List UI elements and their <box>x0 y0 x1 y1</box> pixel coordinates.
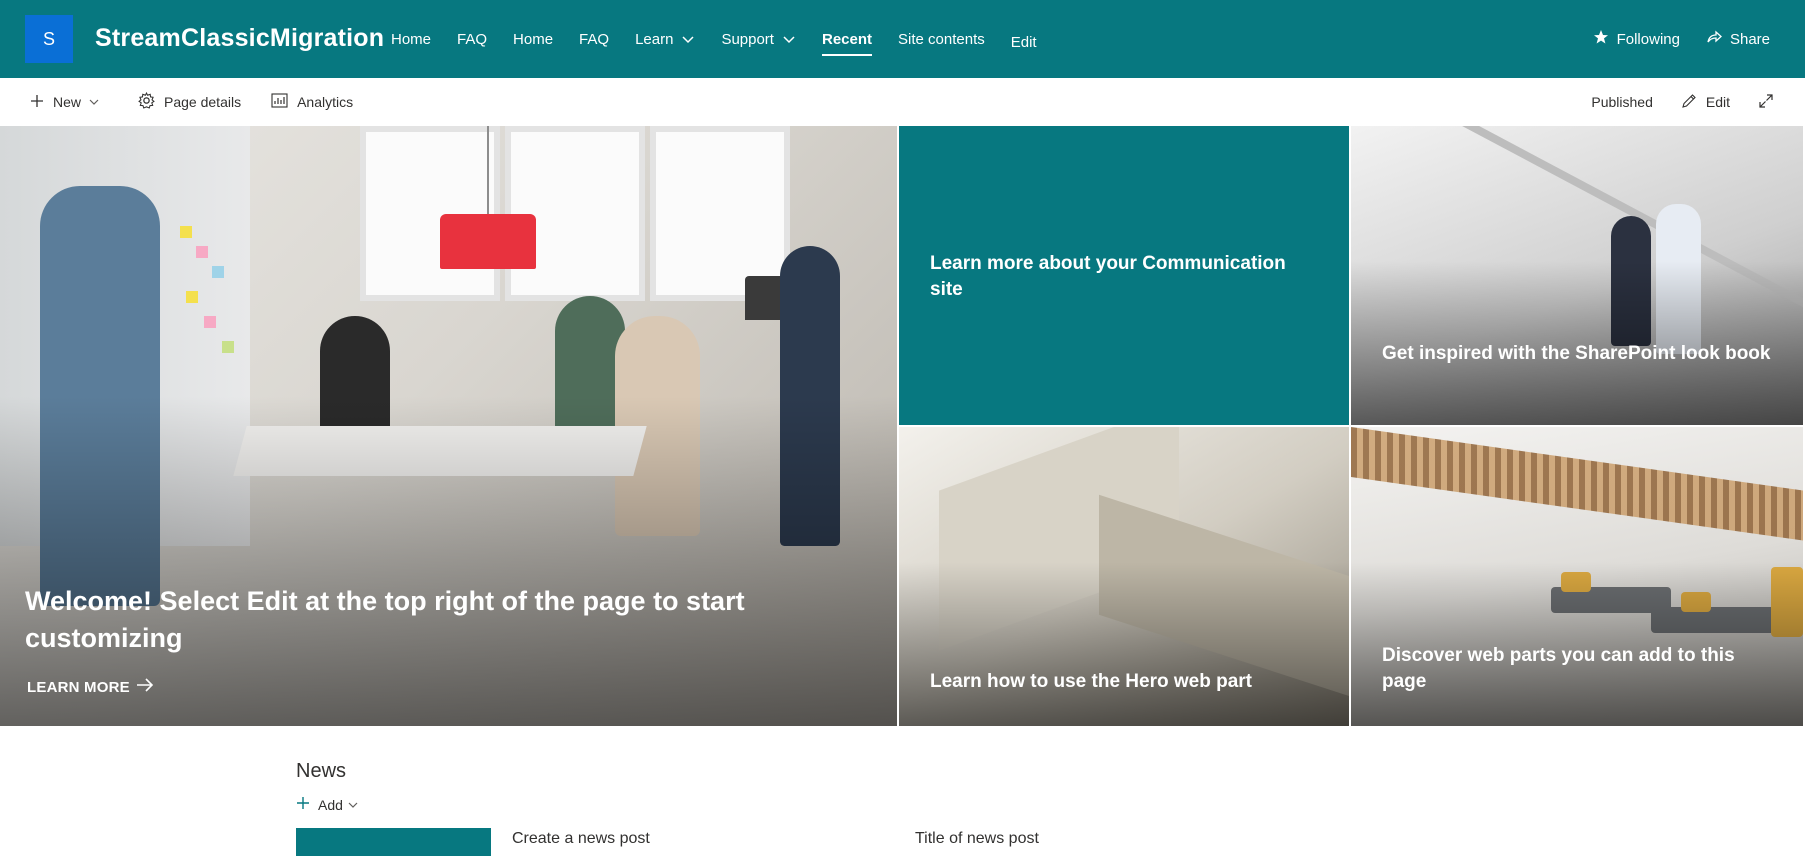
hero-tile-caption: Learn how to use the Hero web part <box>930 671 1252 692</box>
learn-more-link[interactable]: LEARN MORE <box>27 678 154 696</box>
news-add-button[interactable]: Add <box>296 796 366 813</box>
analytics-label: Analytics <box>297 94 354 110</box>
chevron-down-icon <box>782 32 796 46</box>
sticky-note <box>212 266 224 278</box>
hero-tile-discover-web-parts[interactable]: Discover web parts you can add to this p… <box>1351 427 1803 726</box>
star-icon <box>1593 29 1617 49</box>
learn-more-label: LEARN MORE <box>27 678 130 696</box>
hero-tile-caption: Discover web parts you can add to this p… <box>1382 645 1735 692</box>
publish-status: Published <box>1591 94 1653 110</box>
site-logo-letter: S <box>42 28 55 49</box>
chevron-down-icon <box>89 94 108 110</box>
analytics-button[interactable]: Analytics <box>271 93 353 111</box>
share-button[interactable]: Share <box>1706 29 1770 49</box>
hero-tile-look-book[interactable]: Get inspired with the SharePoint look bo… <box>1351 126 1803 425</box>
news-heading: News <box>296 760 347 782</box>
command-bar-right: Published Edit <box>1563 78 1783 126</box>
nav-item-label: Edit <box>1010 33 1037 51</box>
edit-button[interactable]: Edit <box>1681 93 1730 112</box>
sticky-note <box>196 246 208 258</box>
nav-item-label: Site contents <box>898 30 985 48</box>
plus-icon <box>30 94 53 111</box>
nav-item-label: Support <box>721 30 774 48</box>
header-actions: Following Share <box>1567 0 1770 78</box>
hero-tile-caption: Get inspired with the SharePoint look bo… <box>1382 343 1771 364</box>
new-label: New <box>53 94 82 110</box>
window-pane <box>650 126 790 301</box>
news-thumbnail[interactable] <box>296 828 491 856</box>
edit-label: Edit <box>1705 94 1730 110</box>
hero-main-caption: Welcome! Select Edit at the top right of… <box>25 586 745 653</box>
chevron-down-icon <box>348 797 366 813</box>
nav-edit-link[interactable]: Edit <box>1011 3 1037 81</box>
hero-main-tile[interactable]: Welcome! Select Edit at the top right of… <box>0 126 897 726</box>
expand-icon <box>1758 93 1783 112</box>
nav-item-faq[interactable]: FAQ <box>457 0 487 78</box>
nav-item-label: Home <box>513 30 554 48</box>
sticky-note <box>180 226 192 238</box>
share-label: Share <box>1729 30 1770 48</box>
page-details-button[interactable]: Page details <box>138 91 242 112</box>
expand-button[interactable] <box>1758 93 1783 112</box>
publish-status-label: Published <box>1591 94 1653 110</box>
image-shade <box>899 561 1349 726</box>
nav-item-label: FAQ <box>579 30 610 48</box>
lamp-cord <box>487 126 489 214</box>
share-icon <box>1706 29 1730 49</box>
following-button[interactable]: Following <box>1593 29 1680 49</box>
nav-item-label: Learn <box>635 30 674 48</box>
nav-item-recent[interactable]: Recent <box>821 0 873 78</box>
sticky-note <box>204 316 216 328</box>
analytics-icon <box>271 93 297 111</box>
nav-item-home[interactable]: Home <box>391 0 431 78</box>
create-news-post-link[interactable]: Create a news post <box>512 830 650 848</box>
following-label: Following <box>1616 30 1680 48</box>
floor-lamp <box>745 276 785 320</box>
sticky-note <box>222 341 234 353</box>
plus-icon <box>296 796 318 813</box>
nav-item-label: FAQ <box>457 30 488 48</box>
nav-item-home-2[interactable]: Home <box>513 0 553 78</box>
wood-ceiling <box>1351 427 1803 541</box>
hero-tile-hero-web-part[interactable]: Learn how to use the Hero web part <box>899 427 1349 726</box>
nav-item-site-contents[interactable]: Site contents <box>898 0 985 78</box>
news-add-label: Add <box>318 796 343 813</box>
arrow-right-icon <box>130 678 154 696</box>
gear-icon <box>138 91 164 112</box>
nav-item-label: Home <box>391 30 432 48</box>
pencil-icon <box>1681 93 1706 112</box>
nav-item-support[interactable]: Support <box>721 0 796 78</box>
nav-item-faq-2[interactable]: FAQ <box>579 0 609 78</box>
news-post-title-link[interactable]: Title of news post <box>915 830 1039 848</box>
command-bar: New Page details Analytics Published Edi… <box>0 78 1805 126</box>
hero-web-part: Welcome! Select Edit at the top right of… <box>0 126 1805 726</box>
image-shade <box>0 396 897 726</box>
new-button[interactable]: New <box>30 94 108 111</box>
top-navigation: Home FAQ Home FAQ Learn Support Recent S… <box>378 0 1050 78</box>
hero-tile-communication-site[interactable]: Learn more about your Communication site <box>899 126 1349 425</box>
site-header: S StreamClassicMigration Home FAQ Home F… <box>0 0 1805 78</box>
red-pendant-lamp <box>440 214 536 269</box>
nav-item-learn[interactable]: Learn <box>635 0 695 78</box>
sticky-note <box>186 291 198 303</box>
hero-tile-caption: Learn more about your Communication site <box>930 253 1286 300</box>
chevron-down-icon <box>681 32 695 46</box>
site-logo[interactable]: S <box>25 15 73 63</box>
site-title[interactable]: StreamClassicMigration <box>95 24 384 53</box>
nav-item-label: Recent <box>821 30 873 48</box>
page-details-label: Page details <box>164 94 242 110</box>
